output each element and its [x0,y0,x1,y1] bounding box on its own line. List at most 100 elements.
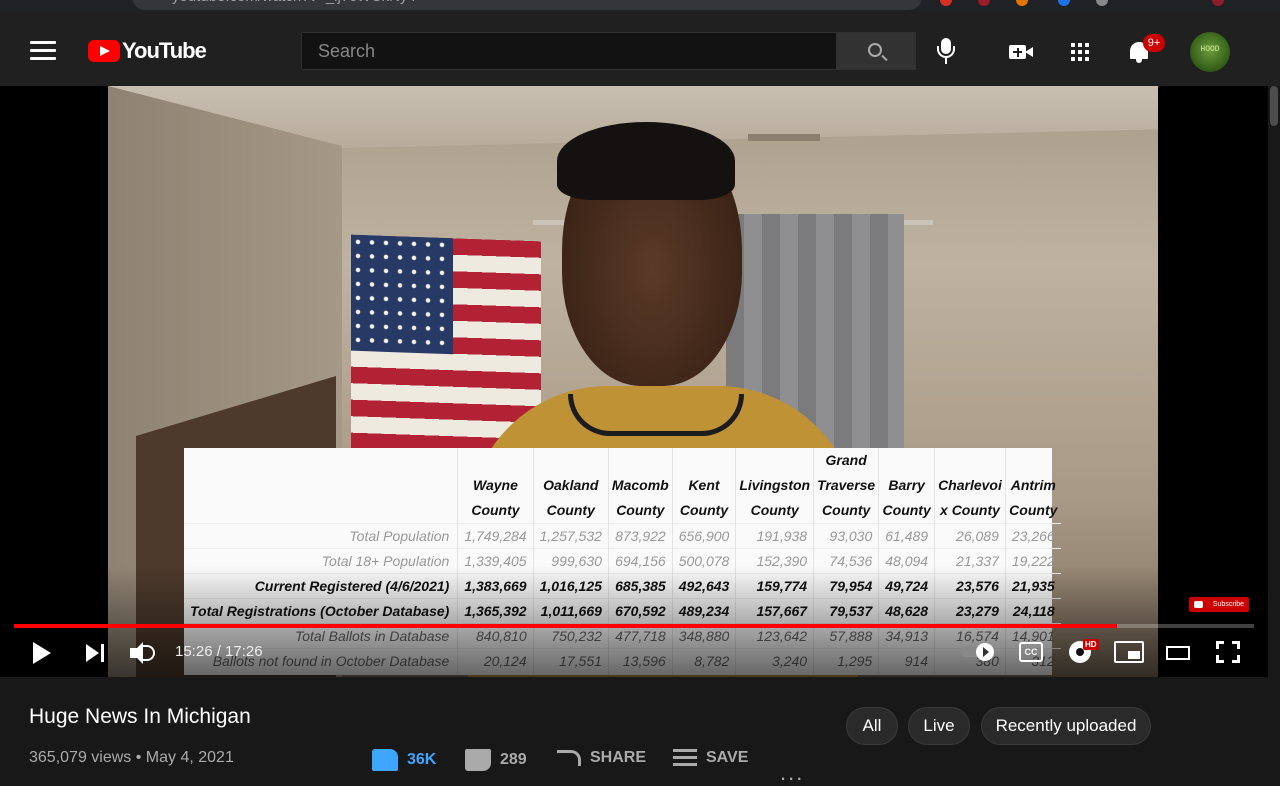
column-header: County [878,498,935,524]
next-icon[interactable] [86,644,106,662]
table-cell: 93,030 [813,523,879,549]
browser-chrome: youtube.com/watch?v=_lj7cWCkNy4 [0,0,1280,12]
share-button[interactable]: SHARE [557,749,646,767]
search-input[interactable] [302,33,836,69]
table-header-spacer [184,448,458,473]
create-video-icon[interactable] [1009,43,1033,61]
play-icon[interactable] [33,642,51,664]
table-cell: 23,266 [1004,523,1061,549]
save-playlist-icon [673,749,697,767]
table-cell: 873,922 [607,523,673,549]
column-header: County [607,498,673,524]
apps-grid-icon[interactable] [1071,43,1089,61]
account-avatar[interactable]: HOOD [1190,32,1230,72]
logo-text: YouTube [122,38,207,63]
column-header: County [532,498,609,524]
save-button[interactable]: SAVE [673,749,748,767]
captions-icon[interactable]: CC [1019,642,1043,662]
scene-person-hair [557,122,735,200]
search-icon [868,43,882,57]
column-header [607,448,673,473]
table-cell: 191,938 [735,523,814,549]
column-header: Oakland [532,473,609,498]
table-header-row-0: Grand [184,448,1061,473]
scrollbar-thumb[interactable] [1270,86,1278,126]
progress-played [14,624,1117,628]
share-arrow-icon [557,750,581,766]
extension-icon[interactable] [1016,0,1028,6]
column-header [878,448,935,473]
subscribe-watermark[interactable]: Subscribe [1189,597,1249,612]
row-label: Total Population [184,523,458,549]
table-header-spacer [184,498,458,524]
table-cell: 26,089 [934,523,1006,549]
address-bar[interactable]: youtube.com/watch?v=_lj7cWCkNy4 [132,0,922,10]
dislike-count: 289 [500,751,527,768]
extension-icon[interactable] [1096,0,1108,6]
column-header: County [1004,498,1061,524]
save-label: SAVE [706,749,749,766]
table-cell: 1,257,532 [532,523,609,549]
extension-icon[interactable] [940,0,952,6]
video-title: Huge News In Michigan [29,705,251,728]
column-header: County [671,498,736,524]
fullscreen-icon[interactable] [1216,641,1240,663]
column-header: Wayne [457,473,534,498]
video-player[interactable]: Grand Wayne Oakland Macomb Kent Livingst… [0,86,1268,677]
table-cell: 1,749,284 [457,523,534,549]
extension-icon[interactable] [978,0,990,6]
video-meta: 365,079 views • May 4, 2021 [29,749,234,766]
search-box [301,32,837,70]
table-header-row-1: Wayne Oakland Macomb Kent Livingston Tra… [184,473,1061,498]
youtube-logo[interactable]: YouTube [88,38,207,64]
column-header: Livingston [735,473,814,498]
share-label: SHARE [590,749,647,766]
hd-badge: HD [1083,639,1099,650]
progress-bar[interactable] [14,624,1254,628]
more-actions-icon[interactable]: ... [780,760,804,786]
chip-recently-uploaded[interactable]: Recently uploaded [981,707,1151,745]
page-scrollbar[interactable] [1268,86,1280,768]
table-cell: 61,489 [878,523,935,549]
column-header: County [457,498,534,524]
chip-live[interactable]: Live [908,707,970,745]
time-display: 15:26 / 17:26 [175,643,263,660]
column-header [1004,448,1061,473]
column-header: Barry [878,473,935,498]
volume-icon[interactable] [130,642,158,664]
table-row: Total Population 1,749,284 1,257,532 873,92… [184,523,1061,549]
masthead: YouTube 9+ HOOD [0,12,1280,86]
autoplay-toggle-icon[interactable] [960,643,994,661]
extension-icon[interactable] [1058,0,1070,6]
column-header: Traverse [813,473,879,498]
like-count: 36K [407,751,437,768]
profile-avatar[interactable] [1212,0,1224,6]
scene-person-collar [568,394,744,436]
column-header: Macomb [607,473,673,498]
hamburger-menu-icon[interactable] [30,41,56,61]
column-header [457,448,534,473]
column-header: Charlevoi [934,473,1006,498]
miniplayer-icon[interactable] [1114,641,1144,663]
notification-count-badge: 9+ [1143,34,1165,52]
column-header: x County [934,498,1006,524]
table-header-row-2: County County County County County Count… [184,498,1061,524]
chip-all[interactable]: All [846,707,898,745]
youtube-logo-icon [88,40,120,62]
column-header [532,448,609,473]
table-cell: 656,900 [671,523,736,549]
scene-vent [748,134,820,141]
theater-mode-icon[interactable] [1166,646,1190,660]
column-header: Antrim [1004,473,1061,498]
column-header [934,448,1006,473]
microphone-icon[interactable] [936,38,956,66]
search-button[interactable] [837,32,916,70]
column-header: Grand [813,448,879,473]
column-header: County [735,498,814,524]
table-header-spacer [184,473,458,498]
column-header [671,448,736,473]
column-header: County [813,498,879,524]
column-header [735,448,814,473]
avatar-text: HOOD [1200,45,1220,54]
column-header: Kent [671,473,736,498]
